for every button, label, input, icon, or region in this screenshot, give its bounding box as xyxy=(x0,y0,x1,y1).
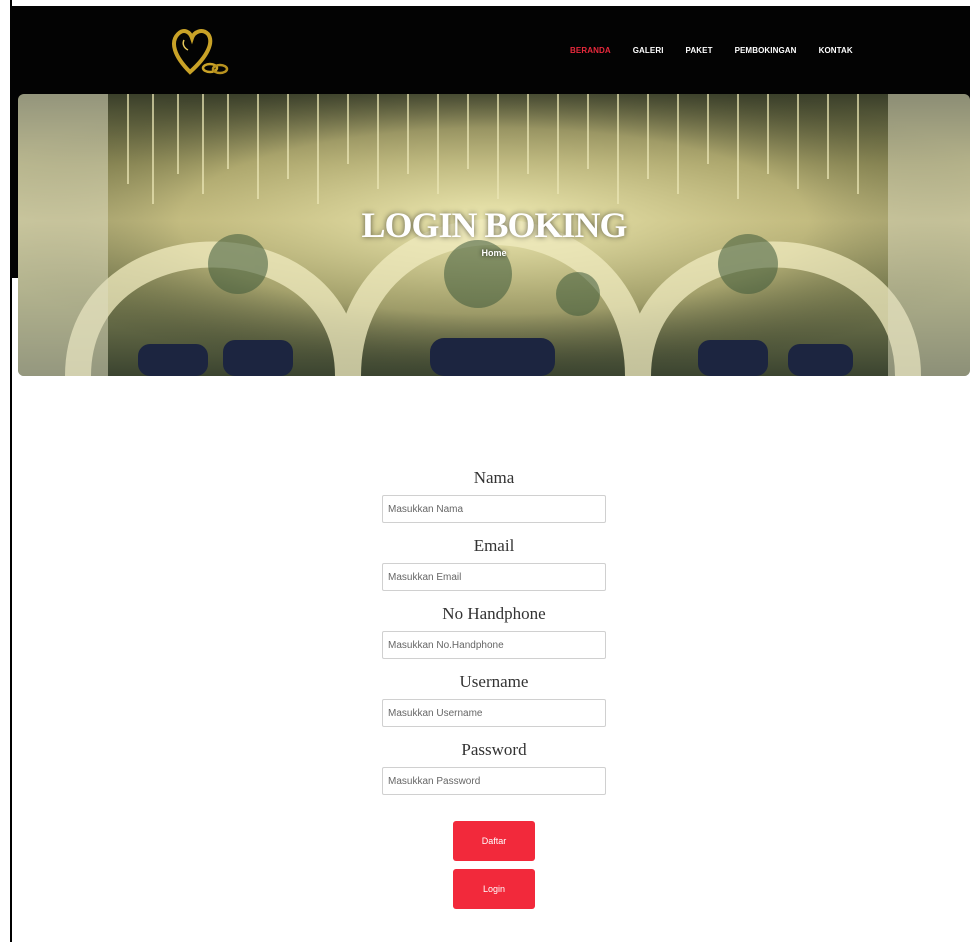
nav-item-galeri[interactable]: GALERI xyxy=(633,46,664,55)
nav-item-kontak[interactable]: KONTAK xyxy=(819,46,853,55)
handphone-label: No Handphone xyxy=(442,604,546,623)
username-input[interactable] xyxy=(382,699,606,727)
nav-item-paket[interactable]: PAKET xyxy=(686,46,713,55)
hero-banner: LOGIN BOKING Home xyxy=(18,94,970,376)
field-email: Email xyxy=(382,536,606,591)
email-label: Email xyxy=(473,536,515,555)
field-handphone: No Handphone xyxy=(382,604,606,659)
nama-input[interactable] xyxy=(382,495,606,523)
login-button[interactable]: Login xyxy=(453,869,535,909)
nav-item-beranda[interactable]: BERANDA xyxy=(570,46,611,55)
field-nama: Nama xyxy=(382,468,606,523)
password-input[interactable] xyxy=(382,767,606,795)
main-nav: BERANDA GALERI PAKET PEMBOKINGAN KONTAK xyxy=(570,46,853,55)
field-username: Username xyxy=(382,672,606,727)
email-input[interactable] xyxy=(382,563,606,591)
password-label: Password xyxy=(461,740,527,759)
breadcrumb-home[interactable]: Home xyxy=(18,248,970,258)
handphone-input[interactable] xyxy=(382,631,606,659)
nav-item-pembokingan[interactable]: PEMBOKINGAN xyxy=(735,46,797,55)
daftar-button[interactable]: Daftar xyxy=(453,821,535,861)
username-label: Username xyxy=(459,672,529,691)
registration-form: Nama Email No Handphone Username Passwor… xyxy=(382,468,606,808)
nama-label: Nama xyxy=(473,468,515,487)
field-password: Password xyxy=(382,740,606,795)
heart-rings-icon[interactable] xyxy=(170,26,230,78)
page-title: LOGIN BOKING xyxy=(361,205,627,245)
